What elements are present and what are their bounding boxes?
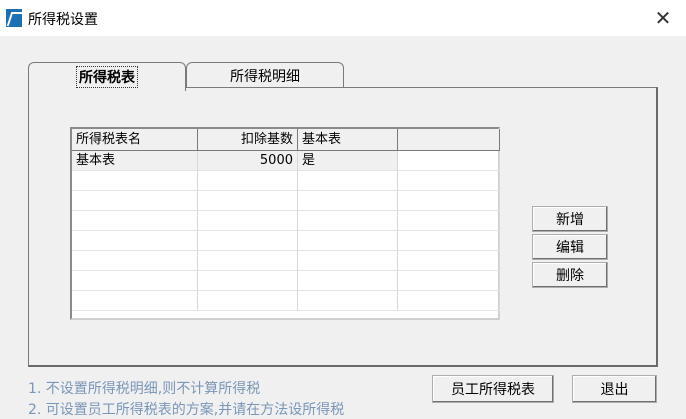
empty-cell[interactable] (198, 271, 298, 291)
empty-cell[interactable] (398, 191, 500, 211)
empty-cell[interactable] (72, 291, 198, 311)
empty-cell[interactable] (72, 171, 198, 191)
exit-button[interactable]: 退出 (572, 375, 657, 403)
edit-button[interactable]: 编辑 (532, 234, 608, 260)
empty-cell[interactable] (198, 251, 298, 271)
empty-cell[interactable] (298, 171, 398, 191)
empty-cell[interactable] (198, 231, 298, 251)
cell-is-basic[interactable]: 是 (298, 151, 398, 171)
delete-button[interactable]: 删除 (532, 262, 608, 288)
empty-cell[interactable] (298, 231, 398, 251)
empty-cell[interactable] (398, 291, 500, 311)
table-row[interactable] (72, 271, 500, 291)
empty-cell[interactable] (398, 231, 500, 251)
note-line-2: 2. 可设置员工所得税表的方案,并请在方法设所得税 (28, 402, 345, 418)
empty-cell[interactable] (198, 171, 298, 191)
cell-table-name[interactable]: 基本表 (72, 151, 198, 171)
cell-empty[interactable] (398, 151, 500, 171)
table-row[interactable] (72, 211, 500, 231)
table-row[interactable] (72, 191, 500, 211)
empty-cell[interactable] (398, 211, 500, 231)
table-header: 所得税表名 扣除基数 基本表 (72, 129, 500, 151)
empty-cell[interactable] (72, 211, 198, 231)
tax-table-grid[interactable]: 所得税表名 扣除基数 基本表 基本表 5000 是 (70, 127, 500, 320)
table-row[interactable] (72, 251, 500, 271)
table-row[interactable] (72, 231, 500, 251)
empty-cell[interactable] (72, 231, 198, 251)
empty-cell[interactable] (398, 271, 500, 291)
empty-cell[interactable] (198, 191, 298, 211)
add-button[interactable]: 新增 (532, 206, 608, 232)
empty-cell[interactable] (198, 291, 298, 311)
table-row[interactable] (72, 171, 500, 191)
table-row[interactable]: 基本表 5000 是 (72, 151, 500, 171)
cell-deduction[interactable]: 5000 (198, 151, 298, 171)
tab-label: 所得税明细 (230, 68, 300, 85)
empty-cell[interactable] (398, 171, 500, 191)
empty-cell[interactable] (298, 291, 398, 311)
empty-cell[interactable] (72, 191, 198, 211)
tab-tax-details[interactable]: 所得税明细 (186, 62, 344, 88)
column-header-deduction[interactable]: 扣除基数 (198, 129, 298, 151)
empty-cell[interactable] (72, 271, 198, 291)
empty-cell[interactable] (298, 271, 398, 291)
column-header-basic[interactable]: 基本表 (298, 129, 398, 151)
empty-cell[interactable] (198, 211, 298, 231)
empty-cell[interactable] (298, 211, 398, 231)
app-logo-icon (6, 9, 22, 27)
empty-cell[interactable] (398, 251, 500, 271)
employee-tax-table-button[interactable]: 员工所得税表 (432, 375, 554, 403)
empty-cell[interactable] (298, 251, 398, 271)
empty-cell[interactable] (72, 251, 198, 271)
tab-label: 所得税表 (76, 66, 138, 88)
table-row[interactable] (72, 291, 500, 311)
tab-tax-tables[interactable]: 所得税表 (28, 62, 186, 91)
column-header-empty[interactable] (398, 129, 500, 151)
note-line-1: 1. 不设置所得税明细,则不计算所得税 (28, 381, 261, 397)
close-icon: ✕ (654, 6, 672, 30)
close-button[interactable]: ✕ (640, 0, 686, 36)
window-title: 所得税设置 (28, 12, 98, 28)
empty-cell[interactable] (298, 191, 398, 211)
column-header-name[interactable]: 所得税表名 (72, 129, 198, 151)
title-bar: 所得税设置 ✕ (0, 0, 686, 36)
